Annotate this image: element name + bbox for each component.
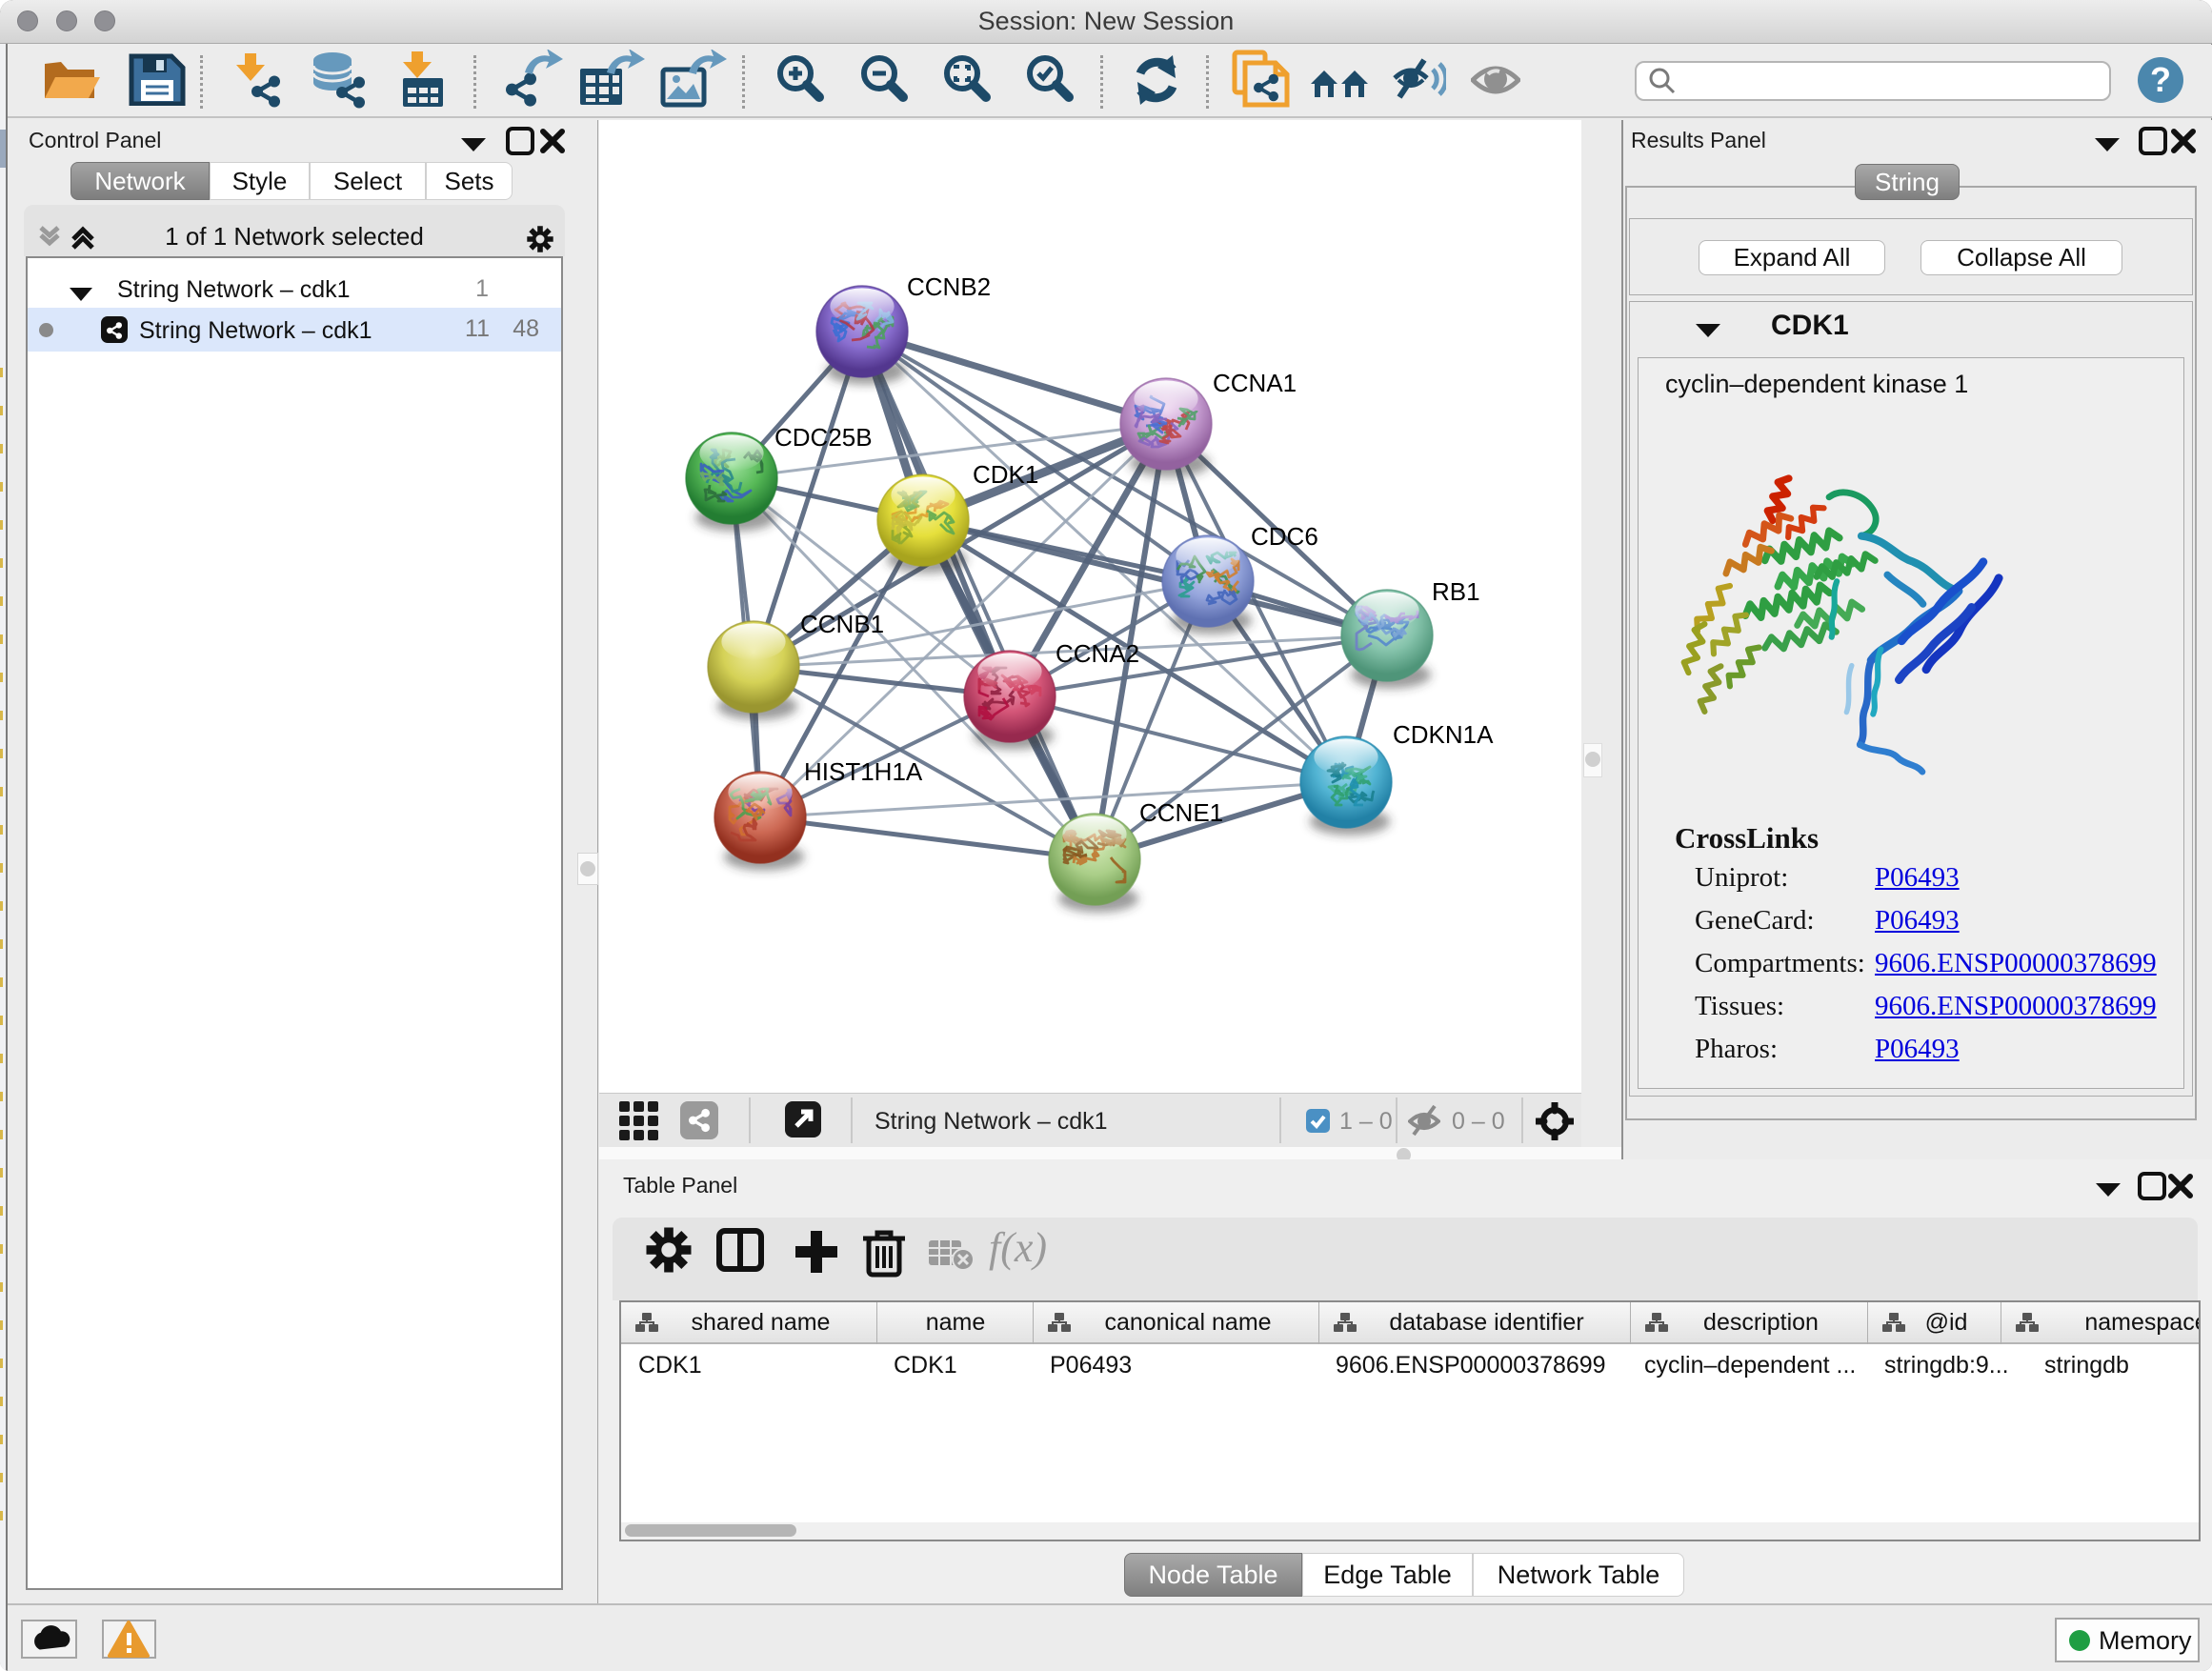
svg-text:CCNB1: CCNB1 — [800, 610, 884, 638]
svg-text:RB1: RB1 — [1432, 577, 1480, 606]
svg-text:CDC25B: CDC25B — [774, 423, 873, 452]
svg-text:CDK1: CDK1 — [973, 460, 1038, 489]
svg-text:CCNA1: CCNA1 — [1213, 369, 1297, 397]
svg-text:HIST1H1A: HIST1H1A — [804, 757, 923, 786]
svg-text:CCNB2: CCNB2 — [907, 272, 991, 301]
svg-text:CDC6: CDC6 — [1251, 522, 1318, 551]
svg-text:CDKN1A: CDKN1A — [1393, 720, 1494, 749]
svg-text:CCNA2: CCNA2 — [1056, 639, 1139, 668]
svg-text:CCNE1: CCNE1 — [1139, 798, 1223, 827]
